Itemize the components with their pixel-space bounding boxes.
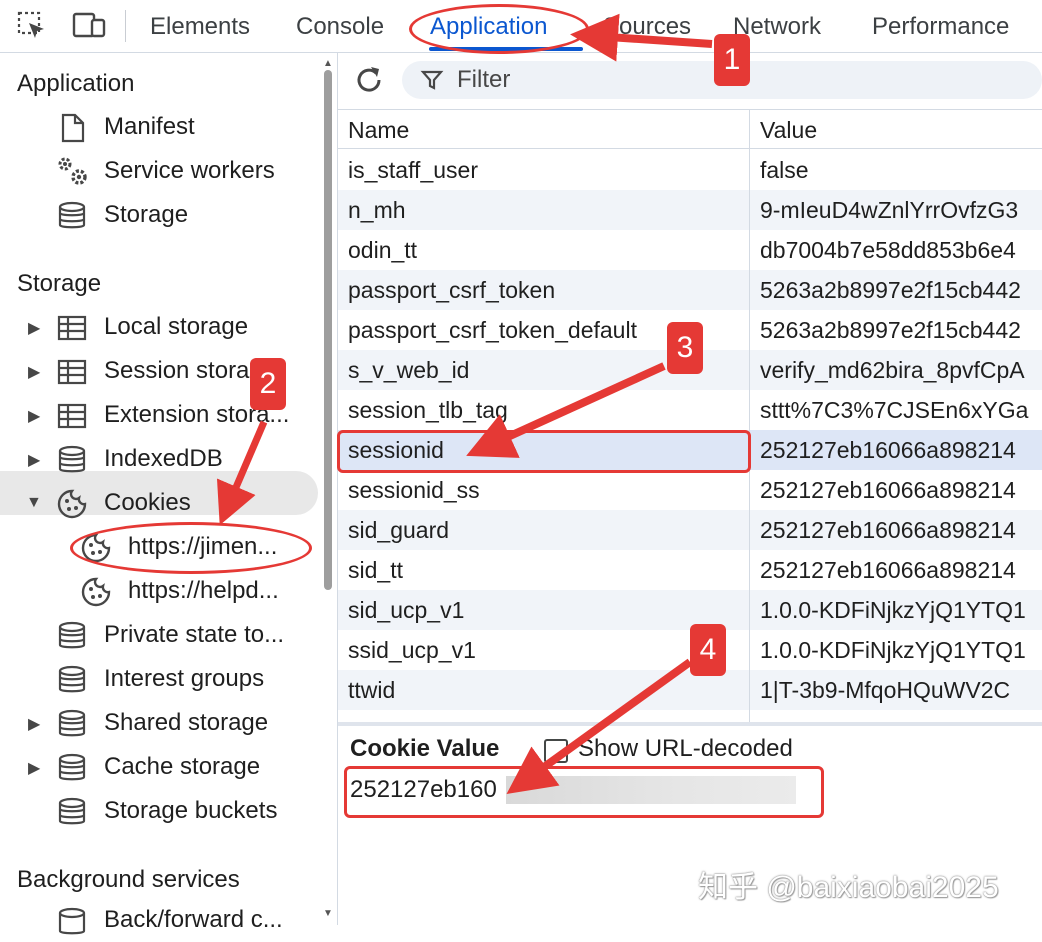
annotation-arrow-2 xyxy=(216,420,268,526)
annotation-badge-1: 1 xyxy=(714,34,750,86)
annotation-badge-2: 2 xyxy=(250,358,286,410)
annotation-arrows xyxy=(216,13,713,795)
annotation-badge-4: 4 xyxy=(690,624,726,676)
annotation-arrow-3 xyxy=(466,362,666,458)
annotation-badge-3: 3 xyxy=(667,322,703,374)
watermark: 知乎 @baixiaobai2025 xyxy=(698,871,999,904)
annotation-arrow-1 xyxy=(570,13,713,62)
annotation-arrow-4 xyxy=(506,658,693,795)
